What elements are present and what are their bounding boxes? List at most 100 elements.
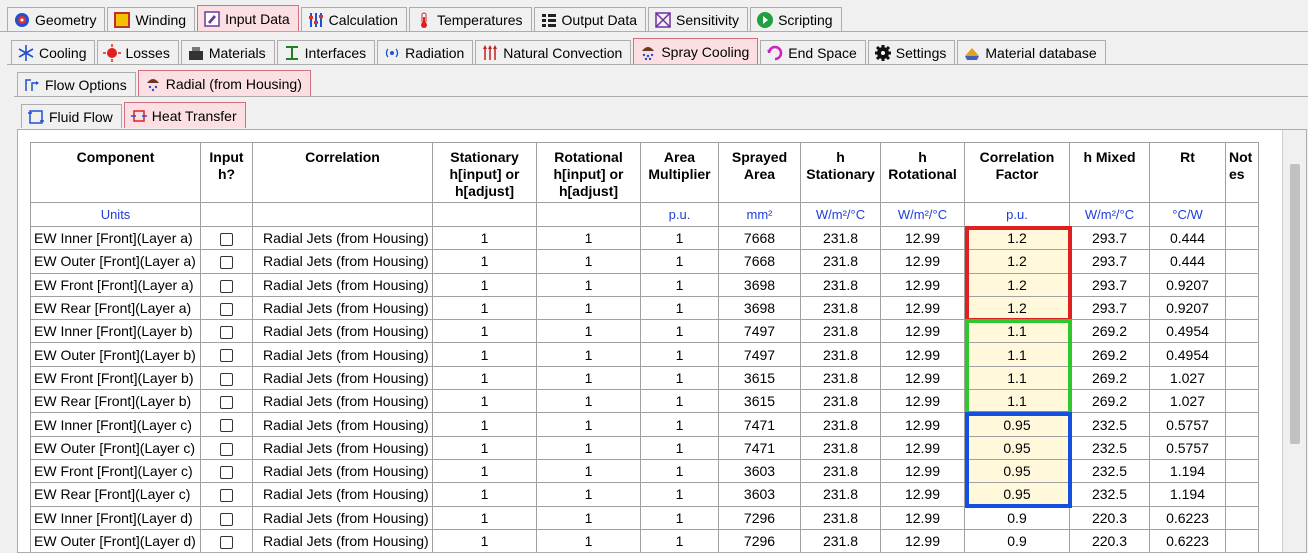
input-h-cell[interactable] [200, 482, 253, 507]
stationary-h-input-cell[interactable]: 1 [432, 249, 537, 274]
correlation-cell[interactable]: Radial Jets (from Housing) [252, 365, 433, 391]
tab-input-data[interactable]: Input Data [197, 5, 299, 31]
notes-cell[interactable] [1225, 365, 1259, 391]
stationary-h-input-cell[interactable]: 1 [432, 272, 537, 297]
column-header-component[interactable]: Component [30, 142, 201, 203]
stationary-h-input-cell[interactable]: 1 [432, 225, 537, 251]
input-h-checkbox[interactable] [220, 279, 233, 293]
tab-sensitivity[interactable]: Sensitivity [648, 7, 749, 31]
tab-cooling[interactable]: Cooling [11, 40, 96, 64]
correlation-cell[interactable]: Radial Jets (from Housing) [252, 342, 433, 367]
stationary-h-input-cell[interactable]: 1 [432, 319, 537, 344]
tab-winding[interactable]: Winding [107, 7, 196, 31]
column-header-rt[interactable]: Rt [1149, 142, 1226, 203]
notes-cell[interactable] [1225, 458, 1259, 484]
tab-heat-transfer[interactable]: Heat Transfer [123, 102, 246, 128]
input-h-checkbox[interactable] [220, 465, 233, 479]
correlation-cell[interactable]: Radial Jets (from Housing) [252, 435, 433, 460]
area-multiplier-cell[interactable]: 1 [640, 249, 719, 274]
rotational-h-input-cell[interactable]: 1 [536, 389, 641, 414]
area-multiplier-cell[interactable]: 1 [640, 505, 719, 530]
stationary-h-input-cell[interactable]: 1 [432, 295, 537, 321]
column-header-sprayed-area[interactable]: Sprayed Area [718, 142, 801, 203]
input-h-cell[interactable] [200, 249, 253, 274]
correlation-factor-cell[interactable]: 0.95 [964, 435, 1070, 460]
stationary-h-input-cell[interactable]: 1 [432, 365, 537, 391]
input-h-checkbox[interactable] [220, 512, 233, 526]
tab-fluid-flow[interactable]: Fluid Flow [21, 104, 122, 128]
input-h-cell[interactable] [200, 272, 253, 297]
input-h-cell[interactable] [200, 412, 253, 437]
stationary-h-input-cell[interactable]: 1 [432, 342, 537, 367]
column-header-correlation-factor[interactable]: Correlation Factor [964, 142, 1070, 203]
notes-cell[interactable] [1225, 482, 1259, 507]
area-multiplier-cell[interactable]: 1 [640, 482, 719, 507]
notes-cell[interactable] [1225, 389, 1259, 414]
correlation-factor-cell[interactable]: 0.9 [964, 505, 1070, 530]
notes-cell[interactable] [1225, 412, 1259, 437]
area-multiplier-cell[interactable]: 1 [640, 342, 719, 367]
tab-output-data[interactable]: Output Data [533, 7, 647, 31]
stationary-h-input-cell[interactable]: 1 [432, 458, 537, 484]
area-multiplier-cell[interactable]: 1 [640, 412, 719, 437]
input-h-checkbox[interactable] [220, 372, 233, 386]
stationary-h-input-cell[interactable]: 1 [432, 482, 537, 507]
correlation-cell[interactable]: Radial Jets (from Housing) [252, 389, 433, 414]
tab-radiation[interactable]: Radiation [377, 40, 474, 64]
column-header-area-multiplier[interactable]: Area Multiplier [640, 142, 719, 203]
notes-cell[interactable] [1225, 225, 1259, 251]
notes-cell[interactable] [1225, 272, 1259, 297]
tab-end-space[interactable]: End Space [760, 40, 866, 64]
correlation-factor-cell[interactable]: 1.1 [964, 389, 1070, 414]
rotational-h-input-cell[interactable]: 1 [536, 528, 641, 552]
input-h-checkbox[interactable] [220, 349, 233, 363]
correlation-cell[interactable]: Radial Jets (from Housing) [252, 528, 433, 552]
rotational-h-input-cell[interactable]: 1 [536, 342, 641, 367]
tab-spray-cooling[interactable]: Spray Cooling [633, 38, 759, 64]
tab-geometry[interactable]: Geometry [7, 7, 106, 31]
area-multiplier-cell[interactable]: 1 [640, 272, 719, 297]
input-h-cell[interactable] [200, 435, 253, 460]
notes-cell[interactable] [1225, 435, 1259, 460]
correlation-factor-cell[interactable]: 1.2 [964, 249, 1070, 274]
correlation-cell[interactable]: Radial Jets (from Housing) [252, 482, 433, 507]
tab-temperatures[interactable]: Temperatures [408, 7, 532, 31]
rotational-h-input-cell[interactable]: 1 [536, 365, 641, 391]
input-h-cell[interactable] [200, 342, 253, 367]
input-h-checkbox[interactable] [220, 326, 233, 340]
input-h-cell[interactable] [200, 528, 253, 552]
correlation-cell[interactable]: Radial Jets (from Housing) [252, 272, 433, 297]
correlation-factor-cell[interactable]: 1.1 [964, 319, 1070, 344]
rotational-h-input-cell[interactable]: 1 [536, 505, 641, 530]
area-multiplier-cell[interactable]: 1 [640, 528, 719, 552]
area-multiplier-cell[interactable]: 1 [640, 389, 719, 414]
column-header-rotational-h-input-or-h-adjust[interactable]: Rotational h[input] or h[adjust] [536, 142, 641, 203]
rotational-h-input-cell[interactable]: 1 [536, 319, 641, 344]
input-h-cell[interactable] [200, 225, 253, 251]
rotational-h-input-cell[interactable]: 1 [536, 272, 641, 297]
column-header-input-h[interactable]: Input h? [200, 142, 253, 203]
tab-natural-convection[interactable]: Natural Convection [475, 40, 632, 64]
correlation-factor-cell[interactable]: 1.2 [964, 225, 1070, 251]
correlation-cell[interactable]: Radial Jets (from Housing) [252, 319, 433, 344]
input-h-cell[interactable] [200, 295, 253, 321]
correlation-factor-cell[interactable]: 1.2 [964, 272, 1070, 297]
column-header-h-mixed[interactable]: h Mixed [1069, 142, 1150, 203]
input-h-cell[interactable] [200, 458, 253, 484]
correlation-factor-cell[interactable]: 0.95 [964, 482, 1070, 507]
input-h-checkbox[interactable] [220, 419, 233, 433]
correlation-factor-cell[interactable]: 0.95 [964, 458, 1070, 484]
rotational-h-input-cell[interactable]: 1 [536, 482, 641, 507]
correlation-cell[interactable]: Radial Jets (from Housing) [252, 458, 433, 484]
area-multiplier-cell[interactable]: 1 [640, 365, 719, 391]
correlation-cell[interactable]: Radial Jets (from Housing) [252, 295, 433, 321]
tab-settings[interactable]: Settings [867, 40, 956, 64]
column-header-h-stationary[interactable]: h Stationary [800, 142, 881, 203]
input-h-checkbox[interactable] [220, 232, 233, 246]
tab-scripting[interactable]: Scripting [750, 7, 842, 31]
correlation-factor-cell[interactable]: 0.9 [964, 528, 1070, 552]
correlation-factor-cell[interactable]: 1.2 [964, 295, 1070, 321]
notes-cell[interactable] [1225, 505, 1259, 530]
correlation-cell[interactable]: Radial Jets (from Housing) [252, 412, 433, 437]
tab-losses[interactable]: Losses [97, 40, 179, 64]
